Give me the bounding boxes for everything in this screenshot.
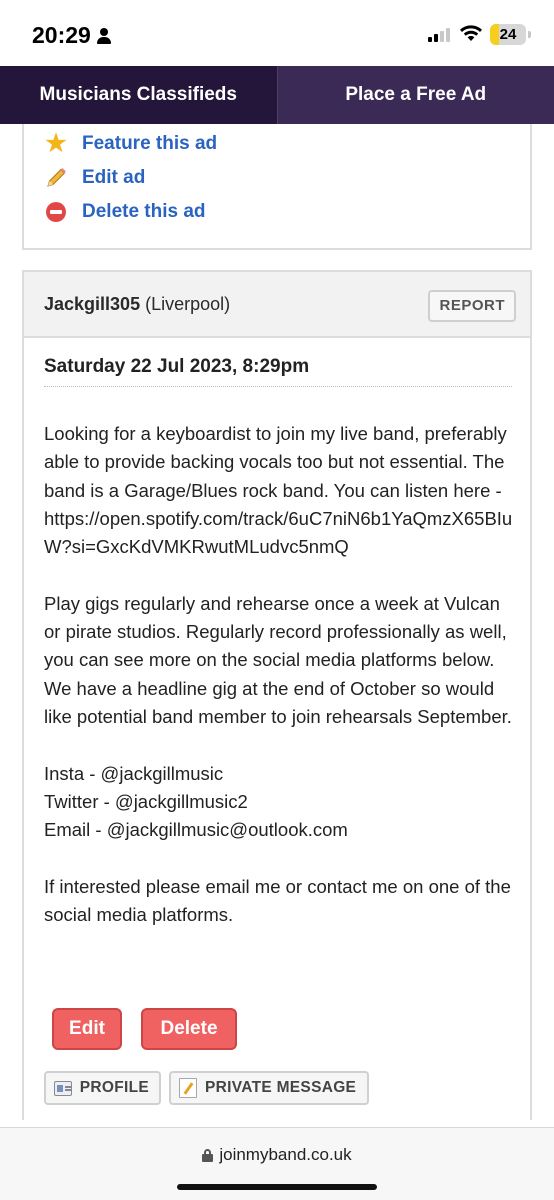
poster-username[interactable]: Jackgill305 [44,294,140,314]
delete-ad-link[interactable]: Delete this ad [44,200,206,224]
browser-url-bar: joinmyband.co.uk [0,1127,554,1200]
address-field[interactable]: joinmyband.co.uk [0,1145,554,1165]
star-icon: ★ [45,130,67,157]
top-nav: Musicians Classifieds Place a Free Ad [0,66,554,124]
status-bar: 20:29 24 [0,0,554,66]
ad-actions-panel: ★ Feature this ad Edit ad Delete this ad [22,124,532,250]
battery-tip [528,31,531,38]
edit-ad-link[interactable]: Edit ad [44,166,145,190]
tab-place-free-ad[interactable]: Place a Free Ad [277,66,554,124]
battery-percent: 24 [499,26,517,43]
private-message-label: PRIVATE MESSAGE [205,1079,357,1096]
battery-icon: 24 [490,24,526,45]
pencil-icon [47,168,66,187]
poster-location: (Liverpool) [140,294,231,314]
profile-button[interactable]: PROFILE [44,1071,161,1105]
tab-musicians-classifieds[interactable]: Musicians Classifieds [0,66,278,124]
delete-button[interactable]: Delete [141,1008,237,1050]
ad-card: Jackgill305 (Liverpool) REPORT Saturday … [22,270,532,1120]
home-indicator[interactable] [177,1184,377,1190]
person-icon [96,27,111,44]
ad-header: Jackgill305 (Liverpool) REPORT [24,272,530,338]
time-text: 20:29 [32,22,91,48]
feature-ad-link[interactable]: ★ Feature this ad [44,132,217,156]
feature-ad-label: Feature this ad [82,133,218,154]
edit-ad-label: Edit ad [82,167,146,188]
no-entry-icon [44,200,68,224]
status-time: 20:29 [32,22,111,49]
url-text: joinmyband.co.uk [219,1145,352,1164]
report-button[interactable]: REPORT [428,290,516,322]
message-pencil-icon [179,1078,197,1098]
cellular-signal-icon [428,26,450,42]
ad-date: Saturday 22 Jul 2023, 8:29pm [44,356,310,377]
private-message-button[interactable]: PRIVATE MESSAGE [169,1071,369,1105]
lock-icon [202,1148,214,1162]
id-card-icon [54,1080,72,1096]
delete-ad-label: Delete this ad [82,201,206,222]
edit-button[interactable]: Edit [52,1008,122,1050]
divider [44,386,512,387]
wifi-icon [460,25,482,41]
ad-body-text: Looking for a keyboardist to join my liv… [44,423,513,926]
profile-button-label: PROFILE [79,1079,149,1096]
poster-info: Jackgill305 (Liverpool) [44,294,230,315]
